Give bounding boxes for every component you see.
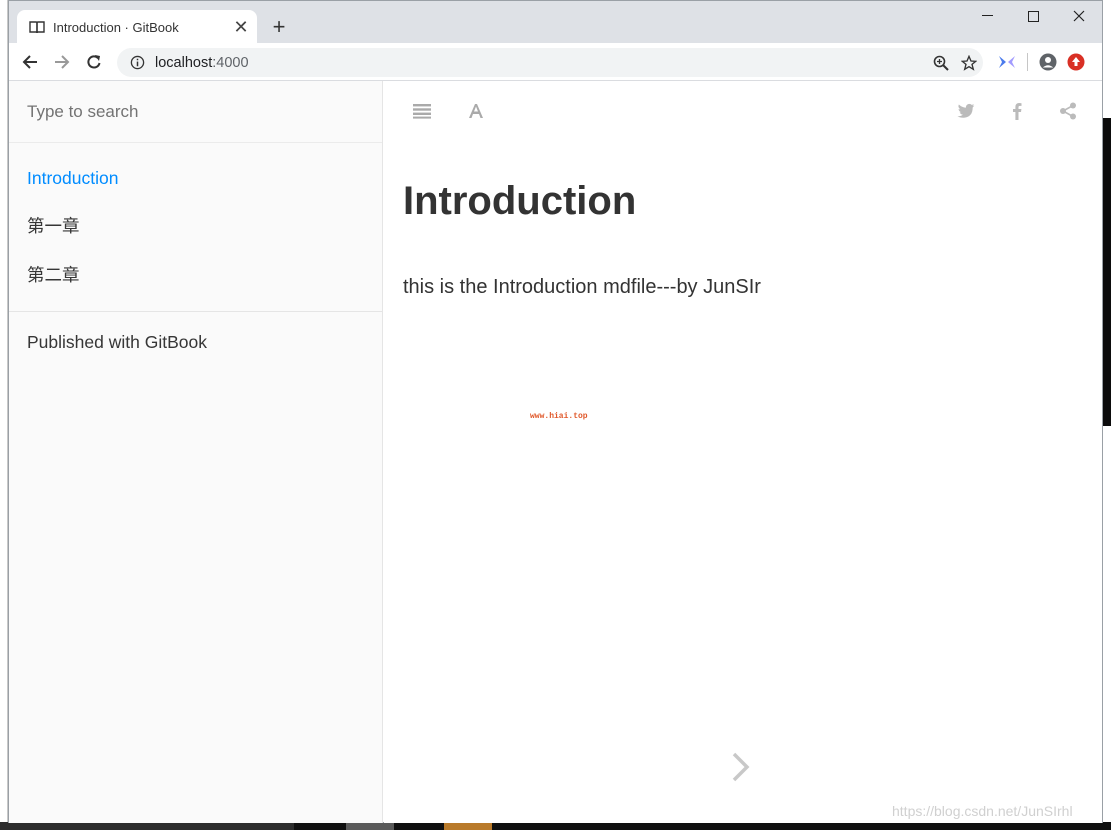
browser-tab[interactable]: Introduction · GitBook ✕	[17, 10, 257, 44]
reload-icon	[87, 55, 101, 69]
maximize-button[interactable]	[1010, 1, 1056, 31]
summary-list: Introduction 第一章 第二章	[9, 143, 382, 300]
arrow-left-icon	[22, 55, 37, 69]
summary-item-introduction[interactable]: Introduction	[9, 153, 382, 202]
published-with-gitbook-link[interactable]: Published with GitBook	[9, 312, 382, 373]
close-window-button[interactable]	[1056, 1, 1102, 31]
background-terminal-text	[1102, 118, 1111, 426]
next-page-button[interactable]	[726, 745, 756, 789]
facebook-icon[interactable]	[1003, 97, 1031, 125]
search-input[interactable]	[27, 101, 357, 122]
image-watermark-text: www.hiai.top	[530, 412, 588, 421]
browser-window: Introduction · GitBook ✕ + localhost:400…	[8, 0, 1103, 823]
page-title: Introduction	[403, 179, 637, 223]
gitbook-container: Introduction 第一章 第二章 Published with GitB…	[9, 81, 1102, 823]
toolbar-separator	[1027, 53, 1028, 71]
book-summary-sidebar: Introduction 第一章 第二章 Published with GitB…	[9, 81, 383, 823]
back-button[interactable]	[17, 49, 43, 75]
close-tab-icon[interactable]: ✕	[229, 15, 253, 39]
twitter-icon[interactable]	[952, 97, 980, 125]
url-text[interactable]: localhost:4000	[155, 55, 927, 71]
background-terminal-right	[1102, 0, 1111, 830]
minimize-button[interactable]	[964, 1, 1010, 31]
font-settings-icon[interactable]	[462, 97, 490, 125]
background-window-left	[0, 0, 8, 830]
profile-avatar-icon[interactable]	[1034, 48, 1062, 76]
summary-item-chapter-2[interactable]: 第二章	[9, 251, 382, 300]
title-bar: Introduction · GitBook ✕ +	[9, 1, 1102, 44]
taskbar-fragment	[0, 822, 1111, 830]
chevron-right-icon	[732, 752, 750, 782]
forward-button[interactable]	[49, 49, 75, 75]
star-icon[interactable]	[955, 49, 983, 77]
extension-icon[interactable]	[993, 48, 1021, 76]
csdn-watermark: https://blog.csdn.net/JunSIrhl	[892, 803, 1073, 819]
share-icon[interactable]	[1054, 97, 1082, 125]
book-body: Introduction this is the Introduction md…	[384, 81, 1102, 823]
browser-toolbar: localhost:4000	[9, 43, 1102, 81]
update-icon[interactable]	[1062, 48, 1090, 76]
reload-button[interactable]	[81, 49, 107, 75]
summary-item-chapter-1[interactable]: 第一章	[9, 202, 382, 251]
search-box	[9, 81, 382, 143]
arrow-right-icon	[55, 55, 70, 69]
new-tab-button[interactable]: +	[267, 14, 291, 39]
book-header	[384, 81, 1102, 141]
info-icon[interactable]	[127, 49, 147, 77]
tab-title: Introduction · GitBook	[53, 19, 179, 35]
address-bar[interactable]: localhost:4000	[117, 48, 983, 77]
list-icon[interactable]	[408, 97, 436, 125]
zoom-icon[interactable]	[927, 49, 955, 77]
book-icon	[29, 19, 45, 35]
page-body-text: this is the Introduction mdfile---by Jun…	[403, 276, 761, 298]
